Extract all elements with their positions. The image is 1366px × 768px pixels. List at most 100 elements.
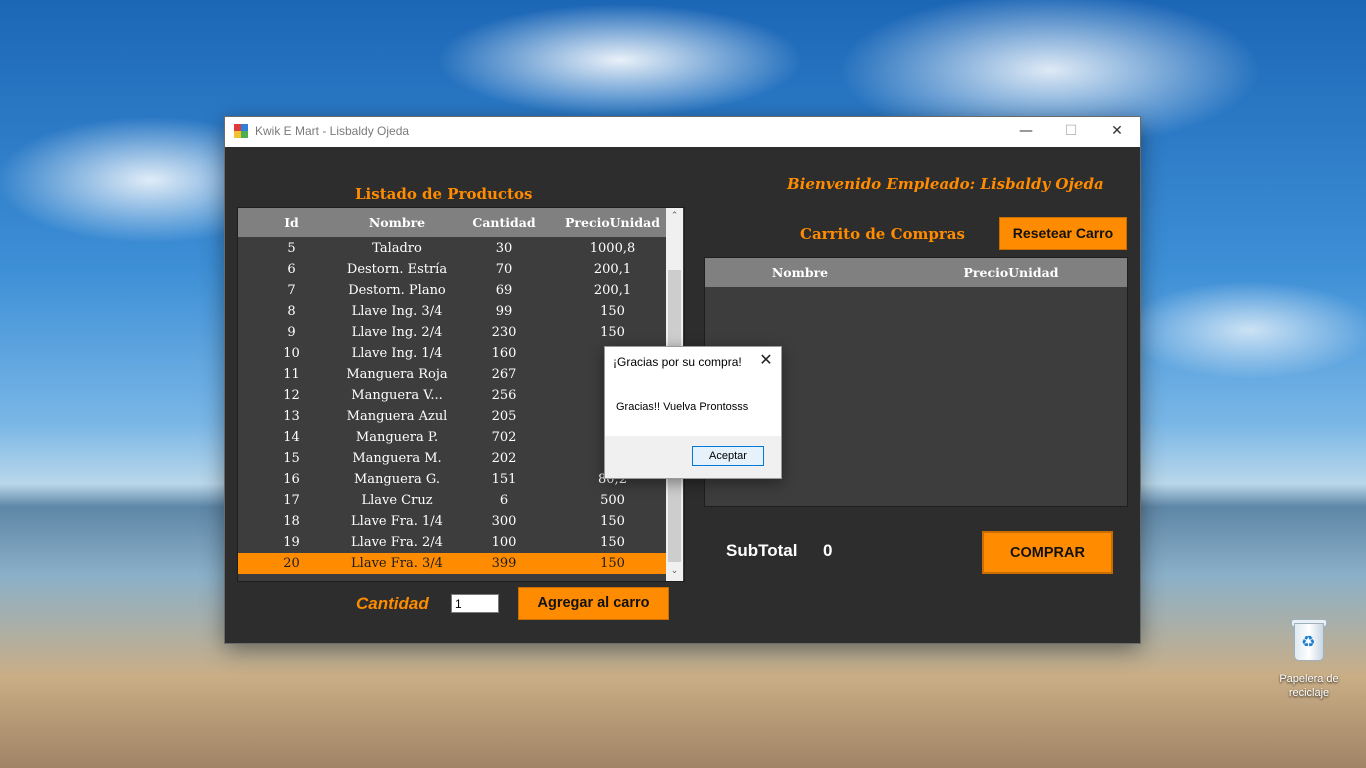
cell-id: 18: [283, 514, 300, 529]
cell-cantidad: 256: [491, 388, 517, 403]
scroll-down-icon[interactable]: ⌄: [666, 563, 683, 580]
cell-nombre: Manguera Roja: [346, 367, 448, 382]
cell-precio-unidad: 500: [600, 493, 625, 508]
recycle-bin-desktop-icon[interactable]: ♻ Papelera de reciclaje: [1270, 618, 1348, 700]
maximize-button[interactable]: ☐: [1048, 117, 1094, 147]
subtotal-value: 0: [823, 541, 833, 560]
quantity-label: Cantidad: [356, 594, 429, 613]
app-icon: [234, 124, 248, 138]
cell-cantidad: 151: [491, 472, 517, 487]
dialog-title: ¡Gracias por su compra!: [613, 355, 742, 369]
minimize-button[interactable]: —: [1003, 117, 1049, 147]
cell-id: 5: [287, 241, 296, 256]
recycle-bin-icon: ♻: [1292, 618, 1326, 660]
cell-nombre: Manguera G.: [354, 472, 440, 487]
title-bar[interactable]: Kwik E Mart - Lisbaldy Ojeda — ☐ ✕: [225, 117, 1140, 147]
table-row[interactable]: 7 Destorn. Plano 69 200,1: [238, 280, 666, 301]
welcome-text: Bienvenido Empleado: Lisbaldy Ojeda: [787, 175, 1104, 193]
table-row[interactable]: 12Manguera V...2565: [238, 385, 666, 406]
cell-id: 8: [287, 304, 296, 319]
table-row[interactable]: 18 Llave Fra. 1/4 300 150: [238, 511, 666, 532]
recycle-bin-label: Papelera de reciclaje: [1279, 673, 1339, 699]
cell-nombre: Manguera Azul: [346, 409, 448, 424]
cell-cantidad: 230: [491, 325, 517, 340]
cell-precio-unidad: 150: [600, 535, 625, 550]
table-row[interactable]: 17 Llave Cruz 6 500: [238, 490, 666, 511]
table-row[interactable]: 9 Llave Ing. 2/4 230 150: [238, 322, 666, 343]
products-heading: Listado de Productos: [355, 185, 533, 203]
cell-nombre: Llave Fra. 1/4: [351, 514, 443, 529]
cell-id: 13: [283, 409, 300, 424]
cart-column-header-precio-unidad[interactable]: PrecioUnidad: [895, 258, 1127, 287]
table-row[interactable]: 11Manguera Roja2675: [238, 364, 666, 385]
table-row[interactable]: 14Manguera P.7025: [238, 427, 666, 448]
column-header-precio-unidad[interactable]: PrecioUnidad: [559, 208, 666, 237]
dialog-close-icon[interactable]: ✕: [755, 350, 777, 372]
cell-cantidad: 99: [495, 304, 513, 319]
cell-precio-unidad: 150: [600, 556, 625, 571]
add-to-cart-button[interactable]: Agregar al carro: [518, 587, 669, 620]
table-row[interactable]: 20 Llave Fra. 3/4 399 150: [238, 553, 666, 574]
cell-id: 10: [283, 346, 300, 361]
table-row[interactable]: 10Llave Ing. 1/41601: [238, 343, 666, 364]
cart-grid-header: Nombre PrecioUnidad: [705, 258, 1127, 287]
cell-cantidad: 399: [491, 556, 517, 571]
products-grid-header: Id Nombre Cantidad PrecioUnidad: [238, 208, 666, 237]
cell-cantidad: 6: [499, 493, 509, 508]
cell-cantidad: 30: [495, 241, 513, 256]
cell-cantidad: 202: [491, 451, 517, 466]
cell-id: 19: [283, 535, 300, 550]
cell-id: 11: [283, 367, 300, 382]
cell-nombre: Llave Ing. 3/4: [351, 304, 443, 319]
cell-cantidad: 267: [491, 367, 517, 382]
cell-nombre: Manguera P.: [355, 430, 439, 445]
cell-nombre: Llave Ing. 2/4: [351, 325, 443, 340]
cell-cantidad: 205: [491, 409, 517, 424]
cell-cantidad: 100: [491, 535, 517, 550]
table-row[interactable]: 16 Manguera G. 151 80,2: [238, 469, 666, 490]
cell-nombre: Destorn. Estría: [346, 262, 448, 277]
table-row[interactable]: 13Manguera Azul2055: [238, 406, 666, 427]
cart-column-header-nombre[interactable]: Nombre: [705, 258, 895, 287]
subtotal-label: SubTotal: [726, 541, 798, 560]
column-header-id[interactable]: Id: [238, 208, 345, 237]
table-row[interactable]: 8 Llave Ing. 3/4 99 150: [238, 301, 666, 322]
cell-cantidad: 702: [491, 430, 517, 445]
cell-nombre: Llave Fra. 2/4: [351, 535, 443, 550]
cell-cantidad: 160: [491, 346, 517, 361]
cell-precio-unidad: 150: [600, 304, 625, 319]
cell-nombre: Taladro: [372, 241, 422, 256]
cell-id: 7: [287, 283, 296, 298]
cell-nombre: Llave Cruz: [361, 493, 433, 508]
cell-cantidad: 69: [495, 283, 513, 298]
column-header-nombre[interactable]: Nombre: [345, 208, 449, 237]
table-row[interactable]: 5 Taladro 30 1000,8: [238, 238, 666, 259]
dialog-message: Gracias!! Vuelva Prontosss: [616, 401, 749, 413]
cell-id: 14: [283, 430, 300, 445]
scroll-up-icon[interactable]: ⌃: [666, 208, 683, 225]
reset-cart-button[interactable]: Resetear Carro: [999, 217, 1127, 250]
cell-nombre: Llave Ing. 1/4: [351, 346, 443, 361]
cell-nombre: Destorn. Plano: [348, 283, 446, 298]
cell-precio-unidad: 1000,8: [589, 241, 636, 256]
cell-id: 20: [283, 556, 300, 571]
cell-precio-unidad: 150: [600, 514, 625, 529]
cell-cantidad: 70: [495, 262, 513, 277]
cart-heading: Carrito de Compras: [800, 225, 965, 243]
cell-id: 16: [283, 472, 300, 487]
cell-nombre: Manguera M.: [352, 451, 442, 466]
column-header-cantidad[interactable]: Cantidad: [449, 208, 559, 237]
dialog-ok-button[interactable]: Aceptar: [692, 446, 764, 466]
table-row[interactable]: 6 Destorn. Estría 70 200,1: [238, 259, 666, 280]
cell-id: 15: [283, 451, 300, 466]
cell-precio-unidad: 150: [600, 325, 625, 340]
cell-id: 12: [283, 388, 300, 403]
table-row[interactable]: 19 Llave Fra. 2/4 100 150: [238, 532, 666, 553]
quantity-input[interactable]: [451, 594, 499, 613]
close-button[interactable]: ✕: [1094, 117, 1140, 147]
cell-cantidad: 300: [491, 514, 517, 529]
dialog-footer: Aceptar: [605, 436, 781, 478]
buy-button[interactable]: COMPRAR: [982, 531, 1113, 574]
cell-id: 17: [283, 493, 300, 508]
table-row[interactable]: 15Manguera M.2025: [238, 448, 666, 469]
